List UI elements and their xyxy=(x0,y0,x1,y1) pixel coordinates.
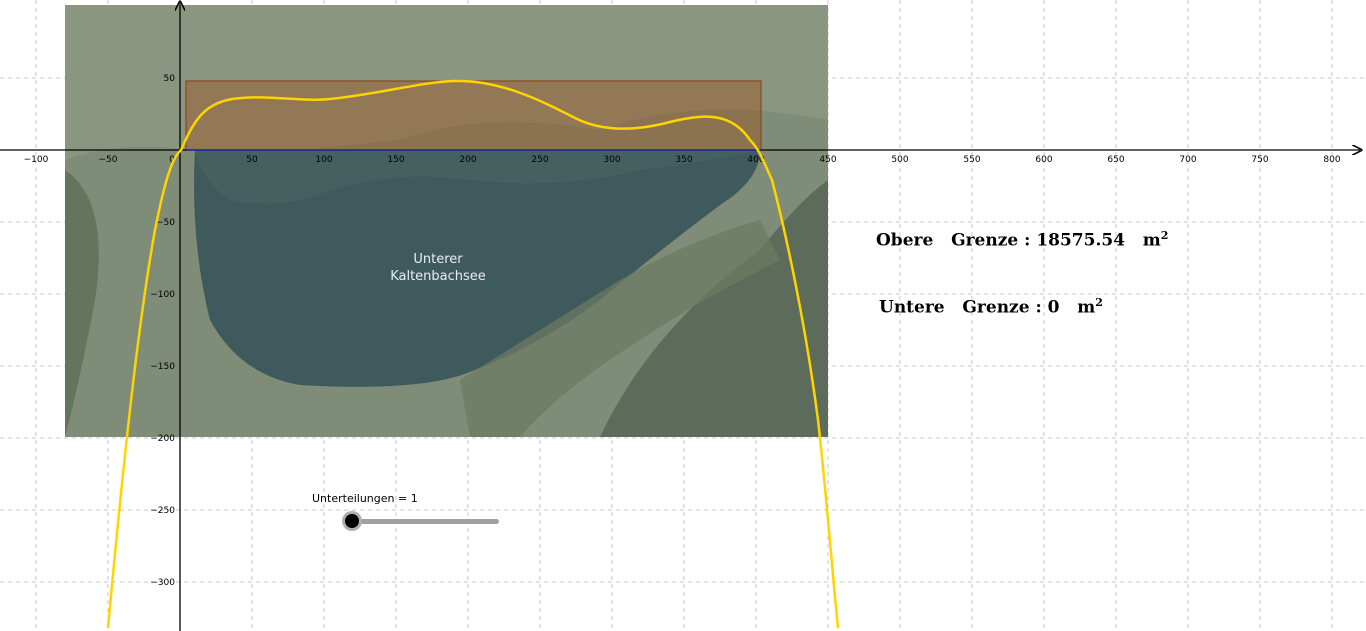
upper-word: Grenze xyxy=(951,230,1019,251)
upper-sum-rectangle[interactable] xyxy=(185,80,762,151)
lower-bound-text: Untere Grenze : 0 m2 xyxy=(879,296,1103,318)
x-tick-label: 300 xyxy=(603,155,620,165)
upper-unit: m xyxy=(1142,230,1161,251)
x-tick-label: 800 xyxy=(1323,155,1340,165)
y-tick-label: 50 xyxy=(164,74,176,84)
x-tick-label: 150 xyxy=(387,155,404,165)
y-tick-label: −200 xyxy=(150,434,175,444)
subdivisions-slider-knob[interactable] xyxy=(345,514,359,528)
x-tick-label: 450 xyxy=(819,155,836,165)
slider-label: Unterteilungen = 1 xyxy=(312,492,418,505)
x-tick-label: 200 xyxy=(459,155,476,165)
x-tick-label: 50 xyxy=(246,155,258,165)
x-tick-label: 650 xyxy=(1107,155,1124,165)
upper-bound-text: Obere Grenze : 18575.54 m2 xyxy=(876,229,1169,251)
x-tick-label: 700 xyxy=(1179,155,1196,165)
y-tick-label: −300 xyxy=(150,578,175,588)
lower-unit: m xyxy=(1077,297,1096,318)
x-tick-label: −100 xyxy=(24,155,49,165)
y-tick-label: −250 xyxy=(150,506,175,516)
lake-label-line1: Unterer xyxy=(413,252,463,267)
x-tick-label: 500 xyxy=(891,155,908,165)
x-tick-label: 350 xyxy=(675,155,692,165)
x-tick-label: 100 xyxy=(315,155,332,165)
y-tick-label: −50 xyxy=(156,218,175,228)
y-tick-label: −100 xyxy=(150,290,175,300)
lower-unit-exp: 2 xyxy=(1095,296,1103,309)
upper-label: Obere xyxy=(876,230,934,251)
x-tick-label: 600 xyxy=(1035,155,1052,165)
x-tick-label: 250 xyxy=(531,155,548,165)
upper-value: 18575.54 xyxy=(1036,230,1126,251)
subdivisions-slider-track[interactable] xyxy=(352,519,499,524)
lower-value: 0 xyxy=(1047,297,1060,318)
y-tick-label: −150 xyxy=(150,362,175,372)
lower-label: Untere xyxy=(879,297,945,318)
lower-word: Grenze xyxy=(962,297,1030,318)
graphics-view[interactable]: Unterer Kaltenbachsee −100 −50 0 50 100 150 20… xyxy=(0,0,1366,631)
x-tick-label: −50 xyxy=(99,155,118,165)
lake-label-line2: Kaltenbachsee xyxy=(390,269,486,284)
x-tick-label: 550 xyxy=(963,155,980,165)
x-tick-label: 750 xyxy=(1251,155,1268,165)
upper-unit-exp: 2 xyxy=(1160,229,1169,242)
